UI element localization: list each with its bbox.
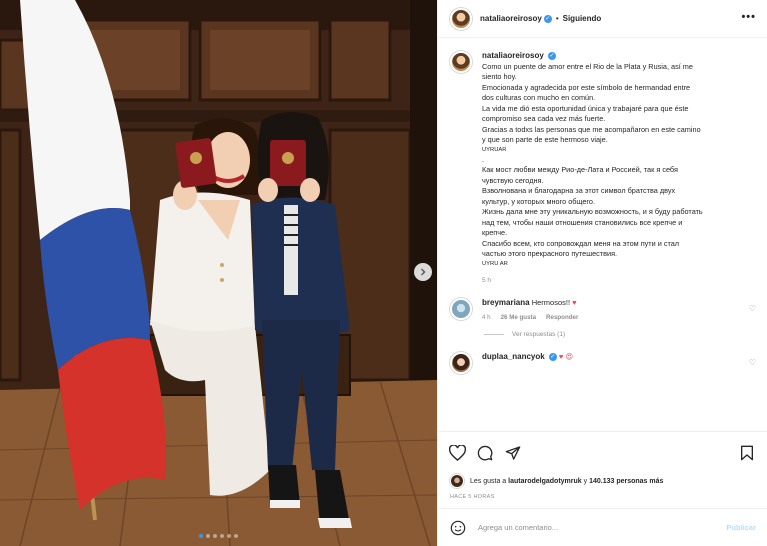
carousel-dot [220,534,224,538]
author-username[interactable]: nataliaoreirosoy [480,14,542,23]
caption-line: Взволнована и благодарна за этот символ … [482,186,676,195]
like-comment-heart-icon[interactable]: ♡ [749,358,756,367]
red-heart-emoji: ♥ [572,297,577,307]
verified-badge-icon: ✓ [547,52,556,61]
caption-line: Gracias a todxs las personas que me acom… [482,124,701,134]
likes-summary: Les gusta a lautarodelgadotymruk y 140.1… [450,474,663,488]
avatar[interactable] [450,297,472,320]
avatar[interactable] [450,351,472,374]
caption-line: Спасибо всем, кто сопровождал меня на эт… [482,238,680,248]
likes-and: y [583,477,588,485]
add-comment-bar: Publicar [438,508,767,546]
carousel-dot [206,534,210,538]
separator-dot: • [555,14,559,23]
view-replies-label: Ver respuestas (1) [512,330,566,338]
comment-username[interactable]: duplaa_nancyok [482,352,545,361]
caption-line: siento hoy. [482,72,517,81]
caption-line: культур, у которых много общего. [482,196,595,206]
caption-line: Жизнь дала мне эту уникальную возможност… [482,207,703,216]
like-comment-heart-icon[interactable]: ♡ [749,304,756,313]
comment-item: breymariana Hermosos!! ♥ 4 h 26 Me gusta… [450,297,756,321]
comments-scroll-area[interactable]: nataliaoreirosoy ✓ Como un puente de amo… [438,39,767,431]
post-timestamp: HACE 5 HORAS [450,494,495,500]
caption-line: частью этого прекрасного путешествия. [482,249,618,258]
like-heart-icon[interactable] [448,444,466,462]
verified-badge-icon: ✓ [548,352,557,361]
comment-input[interactable] [478,523,727,532]
caption-username[interactable]: nataliaoreirosoy [482,51,544,60]
caption-russian-text: Как мост любви между Рио-де-Лата и Росси… [482,165,756,260]
caption-line: Emocionada y agradecida por este símbolo… [482,82,691,92]
save-bookmark-icon[interactable] [738,444,756,462]
caption-line: compromiso sea cada vez más fuerte. [482,114,606,123]
verified-badge-icon: ✓ [543,14,552,23]
post-header: nataliaoreirosoy ✓ • Siguiendo ••• [438,0,767,38]
publish-button[interactable]: Publicar [726,523,756,532]
caption-line: крепче. [482,228,508,237]
likes-prefix: Les gusta a [470,477,507,485]
more-options-icon[interactable]: ••• [741,12,756,23]
next-photo-button[interactable] [414,263,432,281]
caption-line: чувствую сегодня. [482,175,544,185]
carousel-dot [199,534,203,538]
caption-line: La vida me dió esta oportunidad única y … [482,103,689,113]
comment-time: 4 h [482,313,491,321]
caption-time: 5 h [482,276,492,284]
carousel-dot [234,534,238,538]
likes-count-link[interactable]: 140.133 personas más [589,478,663,485]
caption-line: Как мост любви между Рио-де-Лата и Росси… [482,165,678,174]
comment-likes-link[interactable]: 26 Me gusta [501,314,536,321]
comment-username[interactable]: breymariana [482,298,530,307]
caption-line: над тем, чтобы наши отношения становилис… [482,217,683,227]
comment-item: duplaa_nancyok ✓ ♥ 😍 ♡ [450,351,756,374]
caption-line: Como un puente de amor entre el Rio de l… [482,61,693,71]
caption-dot: . [482,154,485,164]
flag-emoji-tag: UYRUAR [482,146,507,153]
divider-line [484,333,504,335]
caption-line: dos culturas con mucho en común. [482,93,596,102]
avatar[interactable] [450,51,472,73]
liker-username[interactable]: lautarodelgadotymruk [508,478,582,485]
post-side-panel: nataliaoreirosoy ✓ • Siguiendo ••• natal… [437,0,767,546]
view-replies-button[interactable]: Ver respuestas (1) [484,331,756,338]
share-paper-plane-icon[interactable] [504,444,522,462]
post-photo[interactable] [0,0,437,546]
reply-button[interactable]: Responder [546,314,578,321]
comment-text: Hermosos!! [531,297,571,307]
emoji-smiley-icon[interactable] [450,520,466,536]
photo-illustration [0,0,437,546]
comment-bubble-icon[interactable] [476,444,494,462]
carousel-indicator [0,534,437,538]
chevron-right-icon [421,268,426,276]
caption-spanish-text: Como un puente de amor entre el Rio de l… [482,62,756,146]
carousel-dot [227,534,231,538]
flag-emoji-tag: UYRU AR [482,260,508,267]
caption-line: y que son parte de este hermoso viaje. [482,135,608,144]
carousel-dot [213,534,217,538]
avatar[interactable] [450,7,472,30]
emoji-reaction: ♥ 😍 [558,351,574,361]
avatar[interactable] [450,474,464,488]
following-button[interactable]: Siguiendo [563,14,602,23]
post-caption: nataliaoreirosoy ✓ Como un puente de amo… [450,51,756,284]
